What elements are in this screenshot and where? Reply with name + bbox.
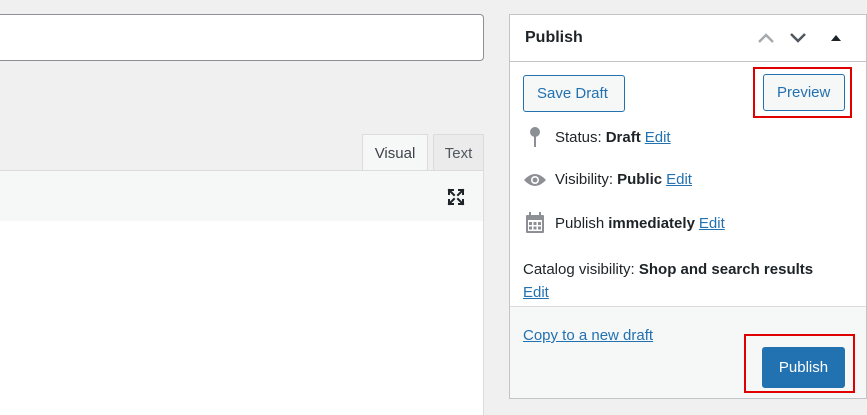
visibility-row: Visibility: Public Edit	[523, 171, 692, 188]
publish-actions: Copy to a new draft Publish	[510, 306, 866, 398]
visibility-edit-link[interactable]: Edit	[666, 171, 692, 188]
fullscreen-icon	[447, 188, 465, 206]
visibility-value: Public	[617, 171, 663, 188]
move-up-button[interactable]	[753, 25, 779, 51]
status-row: Status: Draft Edit	[523, 126, 671, 148]
schedule-edit-link[interactable]: Edit	[699, 215, 725, 232]
post-title-input[interactable]	[0, 14, 484, 61]
catalog-edit-link[interactable]: Edit	[523, 284, 549, 301]
move-down-button[interactable]	[785, 25, 811, 51]
publish-header: Publish	[510, 15, 866, 62]
catalog-visibility-row: Catalog visibility: Shop and search resu…	[523, 258, 853, 304]
eye-icon	[523, 172, 547, 188]
chevron-down-icon	[790, 33, 806, 43]
schedule-value: immediately	[608, 214, 695, 232]
fullscreen-button[interactable]	[441, 182, 471, 212]
publish-metabox: Publish Save Draft Preview Status: Draft…	[509, 14, 867, 399]
tab-visual[interactable]: Visual	[362, 134, 428, 171]
preview-button[interactable]: Preview	[763, 74, 845, 111]
schedule-row: Publish immediately Edit	[523, 212, 725, 234]
status-label: Status:	[555, 128, 602, 146]
copy-to-draft-link[interactable]: Copy to a new draft	[523, 327, 653, 344]
status-value: Draft	[605, 128, 641, 146]
visibility-label: Visibility:	[555, 171, 614, 188]
editor-toolbar	[0, 170, 484, 222]
tab-text[interactable]: Text	[433, 134, 484, 171]
publish-button[interactable]: Publish	[762, 347, 845, 388]
status-edit-link[interactable]: Edit	[645, 129, 671, 146]
catalog-label: Catalog visibility:	[523, 261, 635, 278]
calendar-icon	[523, 212, 547, 234]
chevron-up-icon	[758, 33, 774, 43]
toggle-panel-button[interactable]	[823, 25, 849, 51]
save-draft-button[interactable]: Save Draft	[523, 75, 625, 112]
editor-content-area[interactable]	[0, 221, 484, 415]
catalog-value: Shop and search results	[638, 261, 814, 278]
pin-icon	[523, 126, 547, 148]
publish-title: Publish	[525, 29, 583, 46]
schedule-label: Publish	[555, 214, 605, 232]
toggle-arrow-icon	[831, 35, 841, 41]
